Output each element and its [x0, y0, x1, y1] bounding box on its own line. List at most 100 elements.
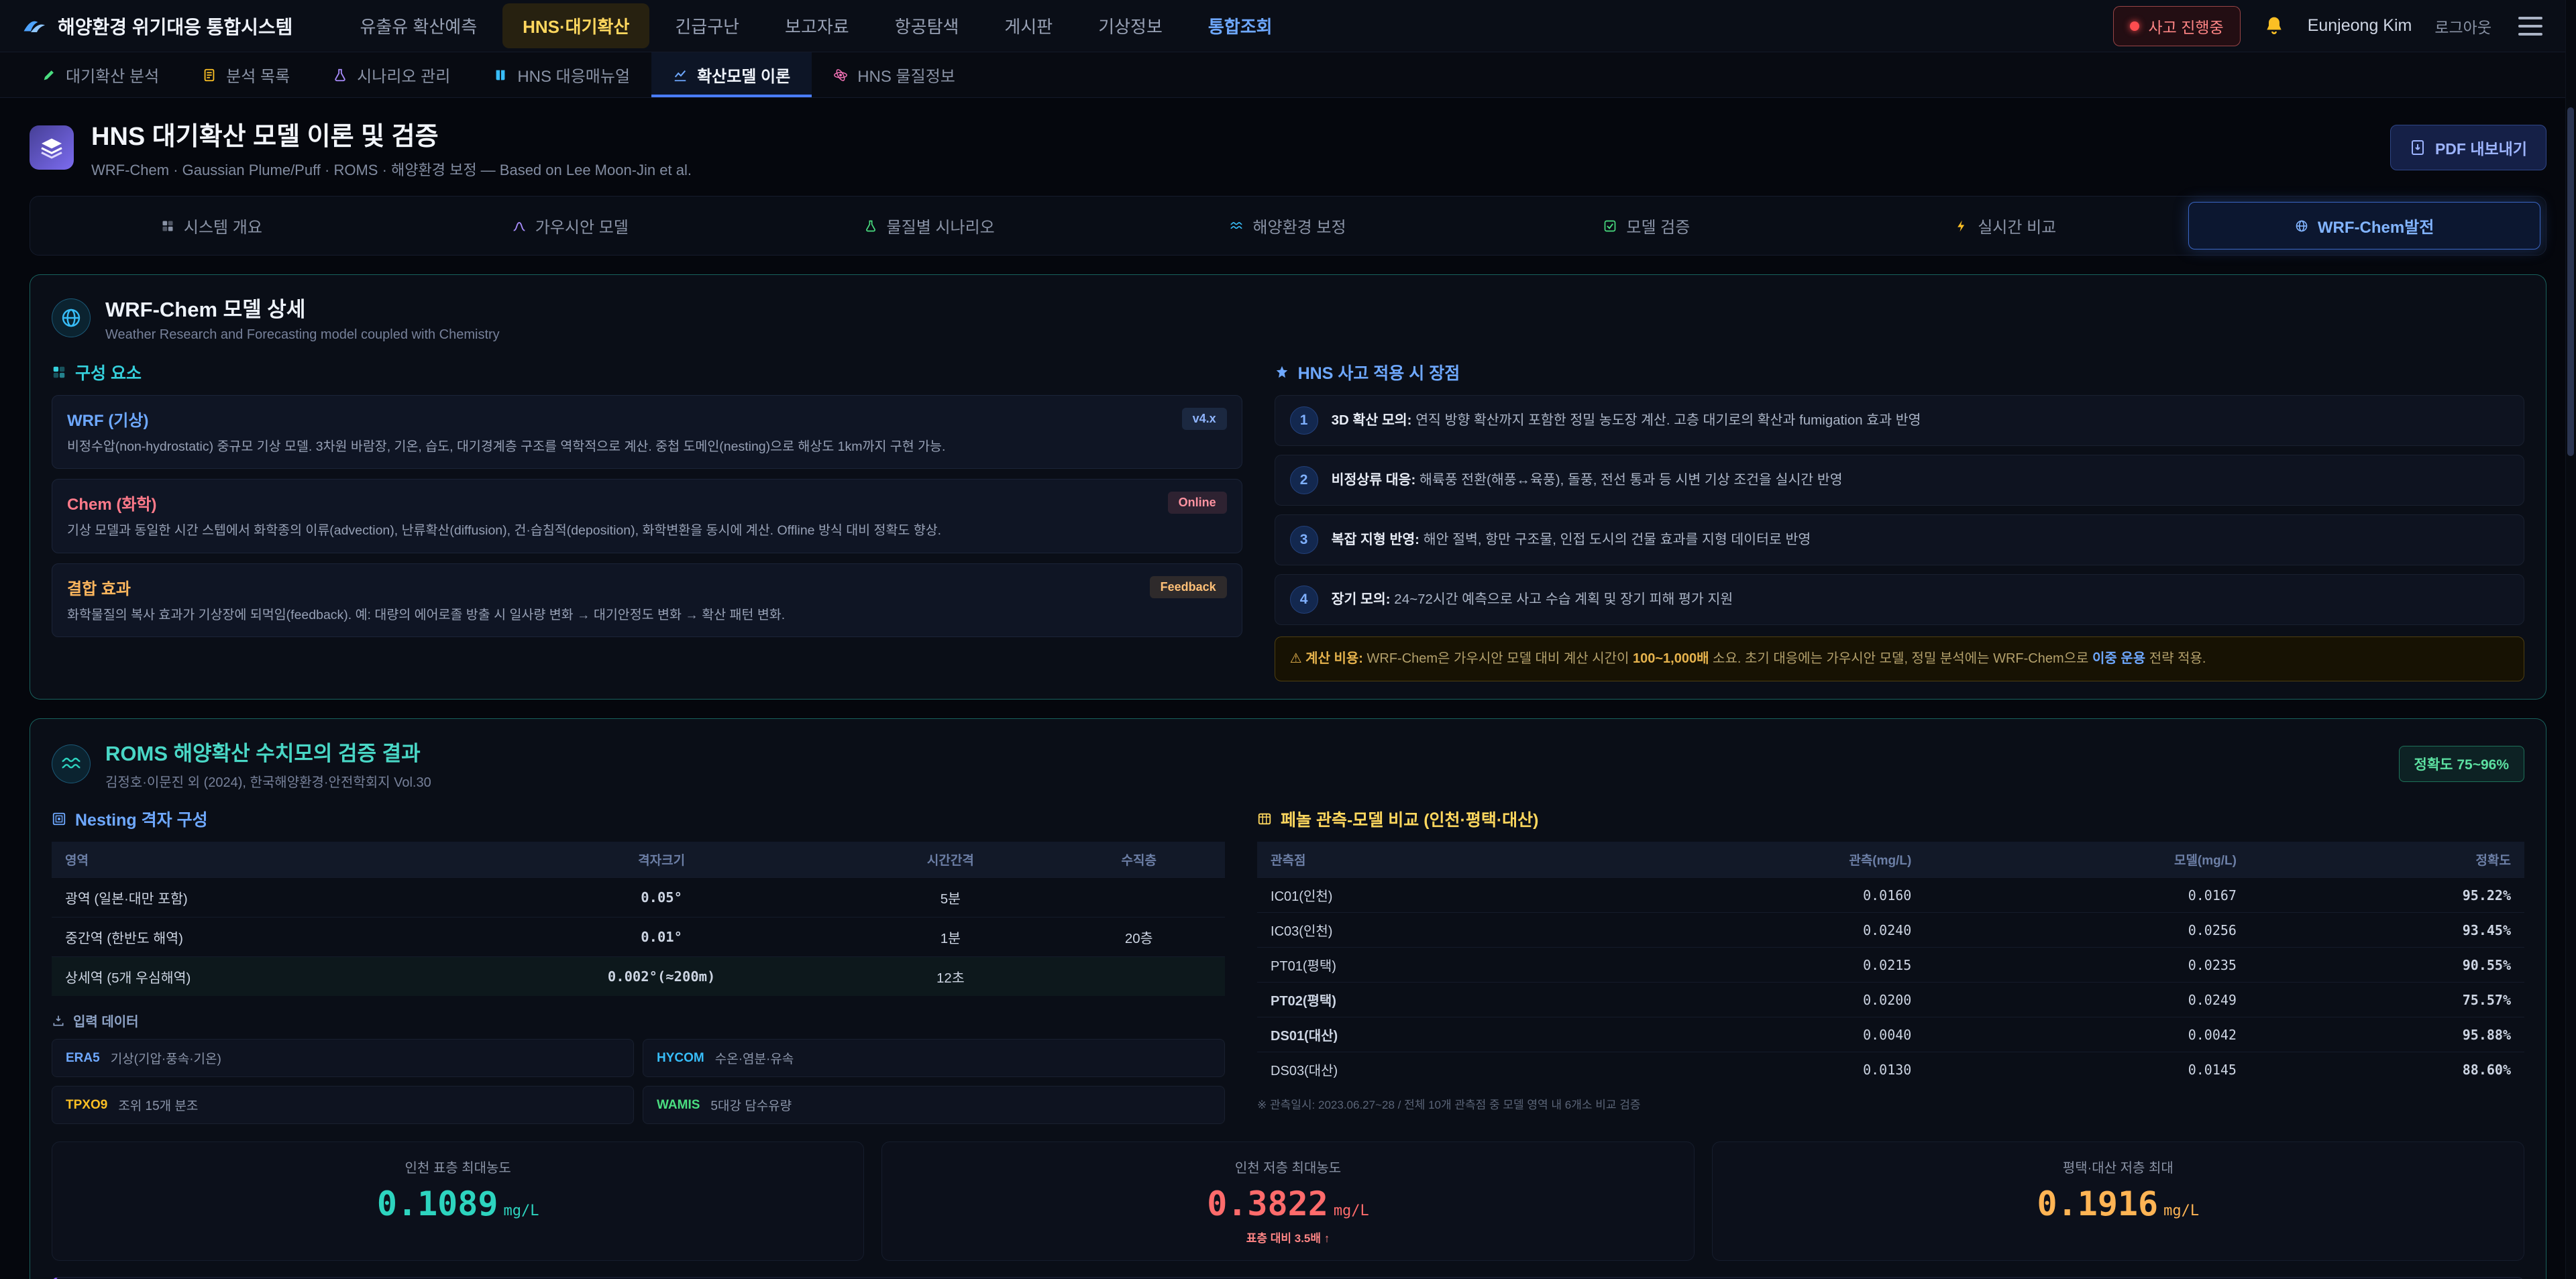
section-tab-bar: 시스템 개요 가우시안 모델 물질별 시나리오 해양환경 보정 모델 검증 실시…: [30, 196, 2546, 256]
tab-label: 해양환경 보정: [1252, 214, 1346, 237]
observation-note: ※ 관측일시: 2023.06.27~28 / 전체 10개 관측점 중 모델 …: [1257, 1095, 2524, 1112]
pdf-export-label: PDF 내보내기: [2435, 136, 2527, 159]
column-header: 정확도: [2250, 842, 2524, 878]
chart-line-icon: [673, 68, 688, 82]
scrollbar-track[interactable]: [2565, 0, 2576, 1279]
advantage-item-2: 2 비정상류 대응: 해륙풍 전환(해풍↔육풍), 돌풍, 전선 통과 등 시변…: [1275, 455, 2524, 506]
app-logo: 해양환경 위기대응 통합시스템: [23, 13, 292, 40]
tab-model-validation[interactable]: 모델 검증: [1470, 202, 1823, 249]
pdf-export-button[interactable]: PDF 내보내기: [2390, 125, 2546, 170]
nav-item-oil-spill[interactable]: 유출유 확산예측: [339, 3, 497, 48]
star-icon: [1275, 365, 1289, 380]
tab-ocean-correction[interactable]: 해양환경 보정: [1112, 202, 1464, 249]
logout-button[interactable]: 로그아웃: [2434, 15, 2491, 38]
advantage-number: 2: [1290, 466, 1318, 494]
observation-column: 페놀 관측-모델 비교 (인천·평택·대산) 관측점 관측(mg/L) 모델(m…: [1257, 807, 2524, 1124]
accuracy-badge: 정확도 75~96%: [2399, 746, 2524, 782]
tab-label: 모델 검증: [1626, 214, 1690, 237]
roms-content-grid: Nesting 격자 구성 영역 격자크기 시간간격 수직층 광역 (일본·대만: [52, 807, 2524, 1124]
table-row: DS03(대산) 0.0130 0.0145 88.60%: [1257, 1052, 2524, 1087]
advantage-text: 해안 절벽, 항만 구조물, 인접 도시의 건물 효과를 지형 데이터로 반영: [1419, 532, 1811, 547]
tab-label: 물질별 시나리오: [887, 214, 995, 237]
table-row: 상세역 (5개 우심해역) 0.002°(≈200m) 12초: [52, 957, 1225, 997]
component-card-wrf: WRF (기상) v4.x 비정수압(non-hydrostatic) 중규모 …: [52, 395, 1242, 469]
wrfchem-title: WRF-Chem 모델 상세: [105, 292, 500, 323]
grid-icon: [161, 219, 174, 233]
nav-item-integrated-search[interactable]: 통합조회: [1188, 3, 1293, 48]
advantage-lead: 3D 확산 모의:: [1332, 412, 1412, 428]
subnav-item-scenario-management[interactable]: 시나리오 관리: [311, 52, 472, 97]
table-row: 중간역 (한반도 해역) 0.01° 1분 20층: [52, 917, 1225, 957]
tab-system-overview[interactable]: 시스템 개요: [36, 202, 388, 249]
page-title: HNS 대기확산 모델 이론 및 검증: [91, 115, 692, 152]
atom-icon: [833, 68, 848, 82]
nav-item-hns-atmos[interactable]: HNS·대기확산: [502, 3, 649, 48]
dataset-tag: TPXO9: [66, 1098, 107, 1113]
wing-logo-icon: [23, 16, 47, 36]
feedback-badge: Feedback: [1150, 576, 1227, 598]
component-title: WRF (기상): [67, 407, 148, 431]
observation-model-table: 관측점 관측(mg/L) 모델(mg/L) 정확도 IC01(인천) 0.016…: [1257, 842, 2524, 1087]
component-desc: 화학물질의 복사 효과가 기상장에 되먹임(feedback). 예: 대량의 …: [67, 606, 1227, 625]
wave-icon: [1230, 219, 1243, 233]
wrfchem-panel-header: WRF-Chem 모델 상세 Weather Research and Fore…: [52, 292, 2524, 343]
pencil-icon: [42, 68, 56, 82]
advantage-text: 해륙풍 전환(해풍↔육풍), 돌풍, 전선 통과 등 시변 기상 조건을 실시간…: [1415, 472, 1842, 488]
page-subtitle: WRF-Chem · Gaussian Plume/Puff · ROMS · …: [91, 158, 692, 180]
subnav-label: 대기확산 분석: [66, 63, 159, 87]
subnav-item-atmos-analysis[interactable]: 대기확산 분석: [20, 52, 180, 97]
tab-substance-scenario[interactable]: 물질별 시나리오: [753, 202, 1106, 249]
model-layers-icon: [30, 125, 74, 170]
subnav-label: 확산모델 이론: [697, 63, 790, 87]
input-cell-hycom: HYCOM 수온·염분·유속: [643, 1039, 1225, 1077]
notification-bell-icon[interactable]: [2263, 15, 2285, 37]
top-navigation-bar: 해양환경 위기대응 통합시스템 유출유 확산예측 HNS·대기확산 긴급구난 보…: [0, 0, 2576, 52]
computation-cost-warning: ⚠ 계산 비용: WRF-Chem은 가우시안 모델 대비 계산 시간이 100…: [1275, 636, 2524, 681]
incident-status-badge[interactable]: 사고 진행중: [2113, 6, 2241, 46]
stat-incheon-bottom: 인천 저층 최대농도 0.3822mg/L 표층 대비 3.5배 ↑: [881, 1142, 1694, 1261]
dataset-desc: 기상(기압·풍속·기온): [111, 1049, 221, 1067]
flask-icon: [333, 68, 347, 82]
nav-item-rescue[interactable]: 긴급구난: [655, 3, 759, 48]
components-column: 구성 요소 WRF (기상) v4.x 비정수압(non-hydrostatic…: [52, 360, 1242, 681]
hamburger-menu-icon[interactable]: [2514, 13, 2546, 40]
roms-panel-header: ROMS 해양확산 수치모의 검증 결과 김정호·이문진 외 (2024), 한…: [52, 736, 2524, 791]
tab-wrfchem-advance[interactable]: WRF-Chem발전: [2188, 202, 2540, 249]
dataset-desc: 조위 15개 분조: [118, 1096, 198, 1114]
tab-label: 실시간 비교: [1978, 214, 2056, 237]
puzzle-icon: [52, 365, 66, 380]
wrfchem-detail-panel: WRF-Chem 모델 상세 Weather Research and Fore…: [30, 274, 2546, 700]
advantage-item-3: 3 복잡 지형 반영: 해안 절벽, 항만 구조물, 인접 도시의 건물 효과를…: [1275, 514, 2524, 565]
table-row: IC03(인천) 0.0240 0.0256 93.45%: [1257, 913, 2524, 948]
subnav-item-hns-substance-info[interactable]: HNS 물질정보: [812, 52, 977, 97]
dataset-desc: 수온·염분·유속: [715, 1049, 794, 1067]
subnav-item-model-theory[interactable]: 확산모델 이론: [651, 52, 812, 97]
nav-item-board[interactable]: 게시판: [984, 3, 1073, 48]
tab-realtime-compare[interactable]: 실시간 비교: [1829, 202, 2182, 249]
tab-label: 시스템 개요: [184, 214, 262, 237]
nesting-heading: Nesting 격자 구성: [52, 807, 1225, 831]
tab-gaussian-model[interactable]: 가우시안 모델: [394, 202, 747, 249]
subnav-item-analysis-list[interactable]: 분석 목록: [180, 52, 311, 97]
nav-item-weather[interactable]: 기상정보: [1078, 3, 1183, 48]
column-header: 관측(mg/L): [1600, 842, 1925, 878]
table-row: PT01(평택) 0.0215 0.0235 90.55%: [1257, 948, 2524, 983]
scrollbar-thumb[interactable]: [2567, 107, 2574, 456]
download-tray-icon: [52, 1014, 65, 1027]
nav-item-reports[interactable]: 보고자료: [765, 3, 869, 48]
roms-title: ROMS 해양확산 수치모의 검증 결과: [105, 736, 431, 767]
page-title-block: HNS 대기확산 모델 이론 및 검증 WRF-Chem · Gaussian …: [91, 115, 692, 180]
subnav-label: HNS 물질정보: [857, 63, 955, 87]
column-header: 관측점: [1257, 842, 1600, 878]
component-desc: 비정수압(non-hydrostatic) 중규모 기상 모델. 3차원 바람장…: [67, 437, 1227, 457]
advantages-column: HNS 사고 적용 시 장점 1 3D 확산 모의: 연직 방향 확산까지 포함…: [1275, 360, 2524, 681]
user-name: Eunjeong Kim: [2308, 16, 2412, 36]
globe-chem-icon: [52, 298, 91, 337]
page-header: HNS 대기확산 모델 이론 및 검증 WRF-Chem · Gaussian …: [0, 98, 2576, 196]
roms-title-block: ROMS 해양확산 수치모의 검증 결과 김정호·이문진 외 (2024), 한…: [105, 736, 431, 791]
subnav-item-hns-manual[interactable]: HNS 대응매뉴얼: [472, 52, 651, 97]
nav-item-aerial-search[interactable]: 항공탐색: [875, 3, 979, 48]
component-title: Chem (화학): [67, 491, 157, 514]
column-header: 수직층: [1053, 842, 1225, 878]
advantages-heading: HNS 사고 적용 시 장점: [1275, 360, 2524, 384]
